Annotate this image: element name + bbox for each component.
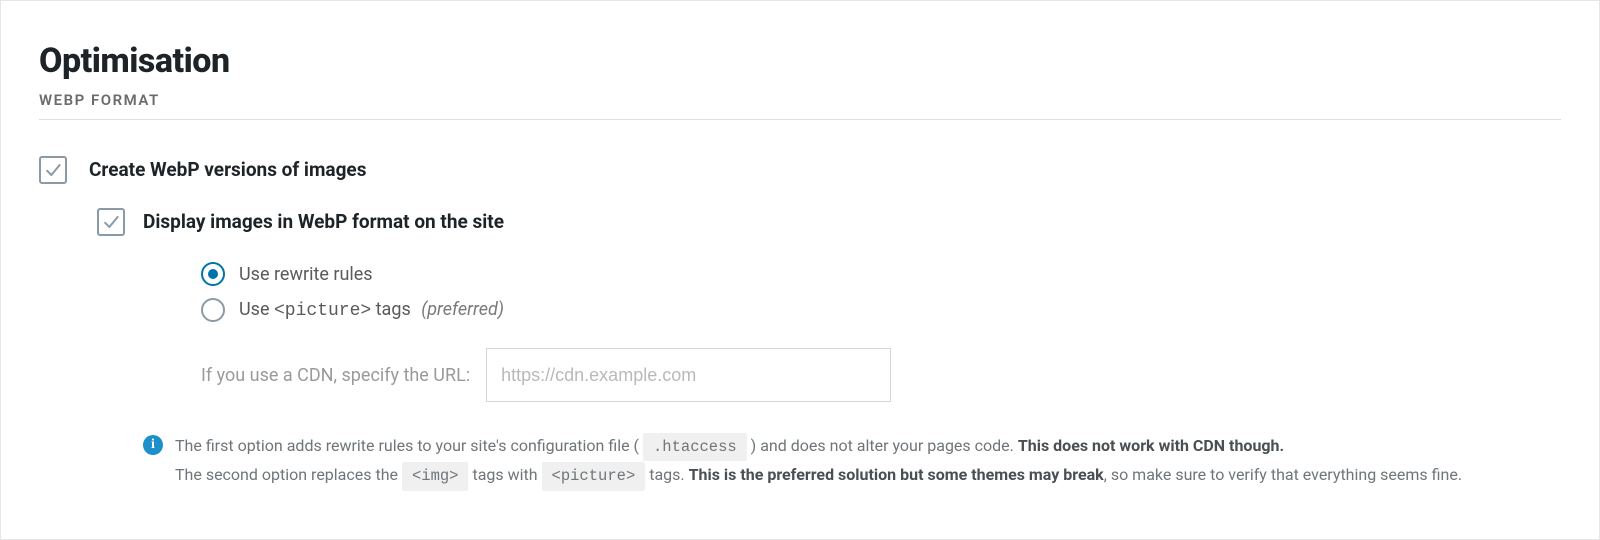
cdn-url-input[interactable] bbox=[486, 348, 891, 402]
code-htaccess: .htaccess bbox=[643, 433, 747, 461]
info-icon: i bbox=[143, 435, 163, 455]
text: tags with bbox=[472, 465, 541, 484]
cdn-url-label: If you use a CDN, specify the URL: bbox=[201, 365, 470, 386]
settings-panel: Optimisation WEBP FORMAT Create WebP ver… bbox=[0, 0, 1600, 540]
section-subtitle: WEBP FORMAT bbox=[39, 91, 1561, 109]
option-rewrite-rules: Use rewrite rules bbox=[201, 262, 1561, 286]
checkbox-label: Display images in WebP format on the sit… bbox=[143, 208, 504, 236]
option-create-webp: Create WebP versions of images bbox=[39, 156, 1561, 184]
radio-rewrite-rules[interactable] bbox=[201, 262, 225, 286]
section-divider bbox=[39, 119, 1561, 120]
option-display-webp: Display images in WebP format on the sit… bbox=[97, 208, 1561, 236]
option-display-webp-block: Display images in WebP format on the sit… bbox=[97, 208, 1561, 402]
text: tags. bbox=[649, 465, 688, 484]
checkbox-display-webp[interactable] bbox=[97, 208, 125, 236]
text-preferred: (preferred) bbox=[421, 299, 504, 320]
text: ) and does not alter your pages code. bbox=[751, 436, 1018, 455]
cdn-url-row: If you use a CDN, specify the URL: bbox=[201, 348, 1561, 402]
text: The second option replaces the bbox=[175, 465, 402, 484]
info-text: The first option adds rewrite rules to y… bbox=[175, 432, 1462, 491]
check-icon bbox=[43, 160, 63, 180]
code-picture: <picture> bbox=[542, 462, 646, 490]
checkbox-label: Create WebP versions of images bbox=[89, 156, 366, 184]
code-img: <img> bbox=[402, 462, 469, 490]
text-code: <picture> bbox=[274, 301, 371, 321]
text-strong: This does not work with CDN though. bbox=[1018, 436, 1284, 455]
display-method-options: Use rewrite rules Use <picture> tags (pr… bbox=[201, 262, 1561, 402]
radio-picture-tags[interactable] bbox=[201, 298, 225, 322]
radio-label: Use <picture> tags (preferred) bbox=[239, 299, 504, 321]
option-picture-tags: Use <picture> tags (preferred) bbox=[201, 298, 1561, 322]
text-strong: This is the preferred solution but some … bbox=[689, 465, 1104, 484]
info-notice: i The first option adds rewrite rules to… bbox=[143, 432, 1531, 491]
radio-label: Use rewrite rules bbox=[239, 264, 373, 285]
text: The first option adds rewrite rules to y… bbox=[175, 436, 643, 455]
checkbox-create-webp[interactable] bbox=[39, 156, 67, 184]
text: , so make sure to verify that everything… bbox=[1104, 465, 1462, 484]
text: tags bbox=[371, 299, 411, 320]
text: Use bbox=[239, 299, 274, 320]
check-icon bbox=[101, 212, 121, 232]
page-title: Optimisation bbox=[39, 41, 1561, 81]
